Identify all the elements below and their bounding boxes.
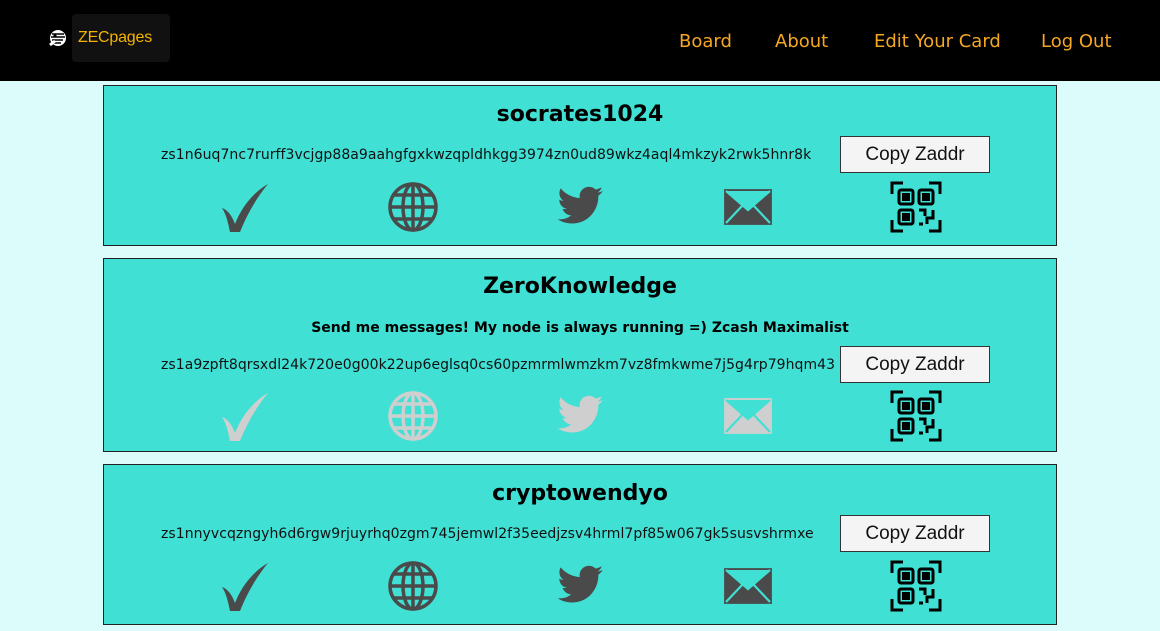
nav-about-link[interactable]: About — [775, 31, 828, 52]
twitter-icon[interactable] — [553, 180, 607, 234]
twitter-icon[interactable] — [553, 559, 607, 613]
card-zaddr: zs1n6uq7nc7rurff3vcjgp88a9aahgfgxkwzqpld… — [161, 147, 812, 163]
qr-code-icon[interactable] — [889, 559, 943, 613]
brand-name: ZECpages — [78, 29, 152, 46]
user-card: ZeroKnowledge Send me messages! My node … — [103, 258, 1057, 452]
mail-icon[interactable] — [721, 559, 775, 613]
globe-icon[interactable] — [386, 559, 440, 613]
card-description: Send me messages! My node is always runn… — [311, 320, 849, 336]
check-icon — [218, 180, 272, 234]
copy-zaddr-button[interactable]: Copy Zaddr — [840, 515, 990, 552]
copy-zaddr-button[interactable]: Copy Zaddr — [840, 136, 990, 173]
nav-board-link[interactable]: Board — [679, 31, 732, 52]
twitter-icon[interactable] — [553, 389, 607, 443]
copy-zaddr-button[interactable]: Copy Zaddr — [840, 346, 990, 383]
zebra-mascot-icon — [49, 30, 66, 47]
user-card: socrates1024 zs1n6uq7nc7rurff3vcjgp88a9a… — [103, 85, 1057, 246]
card-zaddr: zs1a9zpft8qrsxdl24k720e0g00k22up6eglsq0c… — [161, 357, 836, 373]
top-navbar: ZECpages Board About Edit Your Card Log … — [0, 0, 1160, 81]
mail-icon[interactable] — [721, 180, 775, 234]
card-username: socrates1024 — [496, 102, 664, 127]
mail-icon[interactable] — [721, 389, 775, 443]
check-icon — [218, 389, 272, 443]
nav-edit-card-link[interactable]: Edit Your Card — [874, 31, 1001, 52]
check-icon — [218, 559, 272, 613]
globe-icon[interactable] — [386, 389, 440, 443]
qr-code-icon[interactable] — [889, 180, 943, 234]
brand-box: ZECpages — [72, 14, 170, 62]
user-card: cryptowendyo zs1nnyvcqzngyh6d6rgw9rjuyrh… — [103, 464, 1057, 625]
card-username: ZeroKnowledge — [483, 274, 677, 299]
card-username: cryptowendyo — [492, 481, 668, 506]
brand-logo[interactable]: ZECpages — [45, 14, 170, 62]
nav-logout-link[interactable]: Log Out — [1041, 31, 1112, 52]
qr-code-icon[interactable] — [889, 389, 943, 443]
card-zaddr: zs1nnyvcqzngyh6d6rgw9rjuyrhq0zgm745jemwl… — [161, 526, 814, 542]
globe-icon[interactable] — [386, 180, 440, 234]
